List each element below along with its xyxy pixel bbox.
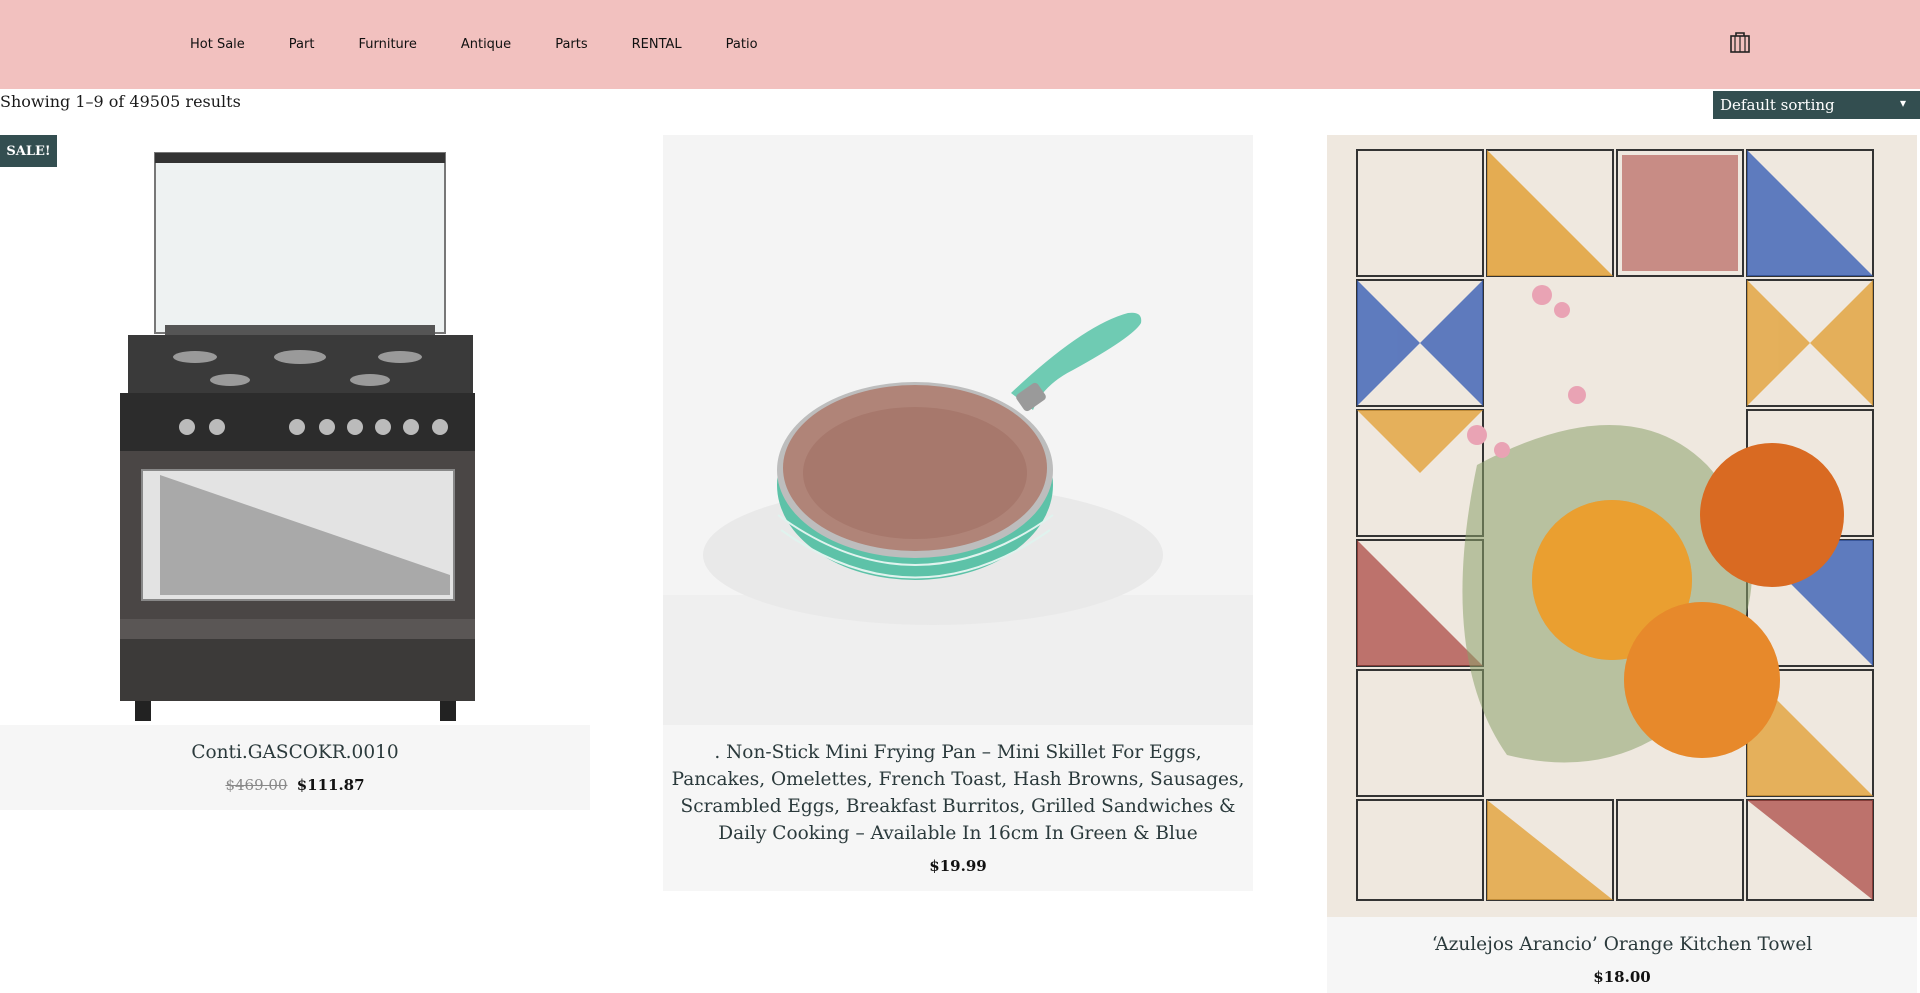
kitchen-towel-image	[1327, 135, 1917, 917]
nav-item-parts[interactable]: Parts	[555, 37, 587, 52]
product-info: ‘Azulejos Arancio’ Orange Kitchen Towel …	[1327, 917, 1917, 993]
product-image-gas-range[interactable]	[0, 135, 590, 725]
nav-item-hot-sale[interactable]: Hot Sale	[190, 37, 245, 52]
main-nav: Hot Sale Part Furniture Antique Parts RE…	[190, 0, 802, 89]
nav-item-antique[interactable]: Antique	[461, 37, 511, 52]
product-sale-price: $111.87	[296, 776, 365, 794]
product-old-price: $469.00	[225, 776, 288, 794]
gas-range-image	[120, 152, 475, 721]
product-price: $18.00	[1593, 968, 1651, 986]
nav-item-furniture[interactable]: Furniture	[358, 37, 416, 52]
product-card[interactable]: . Non-Stick Mini Frying Pan – Mini Skill…	[663, 135, 1253, 891]
nav-item-rental[interactable]: RENTAL	[632, 37, 682, 52]
nav-item-patio[interactable]: Patio	[726, 37, 758, 52]
sort-select[interactable]: Default sorting	[1713, 91, 1920, 119]
product-price: $469.00 $111.87	[6, 776, 584, 794]
shopping-bag-icon	[1730, 32, 1750, 53]
sale-badge: SALE!	[0, 135, 57, 167]
frying-pan-image	[663, 312, 1253, 725]
product-card[interactable]: Conti.GASCOKR.0010 $469.00 $111.87	[0, 135, 590, 810]
product-info: Conti.GASCOKR.0010 $469.00 $111.87	[0, 725, 590, 810]
product-title[interactable]: Conti.GASCOKR.0010	[6, 739, 584, 766]
product-price: $19.99	[929, 857, 987, 875]
product-title[interactable]: ‘Azulejos Arancio’ Orange Kitchen Towel	[1333, 931, 1911, 958]
product-title[interactable]: . Non-Stick Mini Frying Pan – Mini Skill…	[669, 739, 1247, 847]
result-count: Showing 1–9 of 49505 results	[0, 92, 241, 111]
product-image-frying-pan[interactable]	[663, 135, 1253, 725]
product-image-kitchen-towel[interactable]	[1327, 135, 1917, 917]
cart-button[interactable]	[1729, 30, 1751, 54]
site-header: Hot Sale Part Furniture Antique Parts RE…	[0, 0, 1920, 89]
nav-item-part[interactable]: Part	[289, 37, 315, 52]
product-card[interactable]: ‘Azulejos Arancio’ Orange Kitchen Towel …	[1327, 135, 1917, 993]
product-info: . Non-Stick Mini Frying Pan – Mini Skill…	[663, 725, 1253, 891]
